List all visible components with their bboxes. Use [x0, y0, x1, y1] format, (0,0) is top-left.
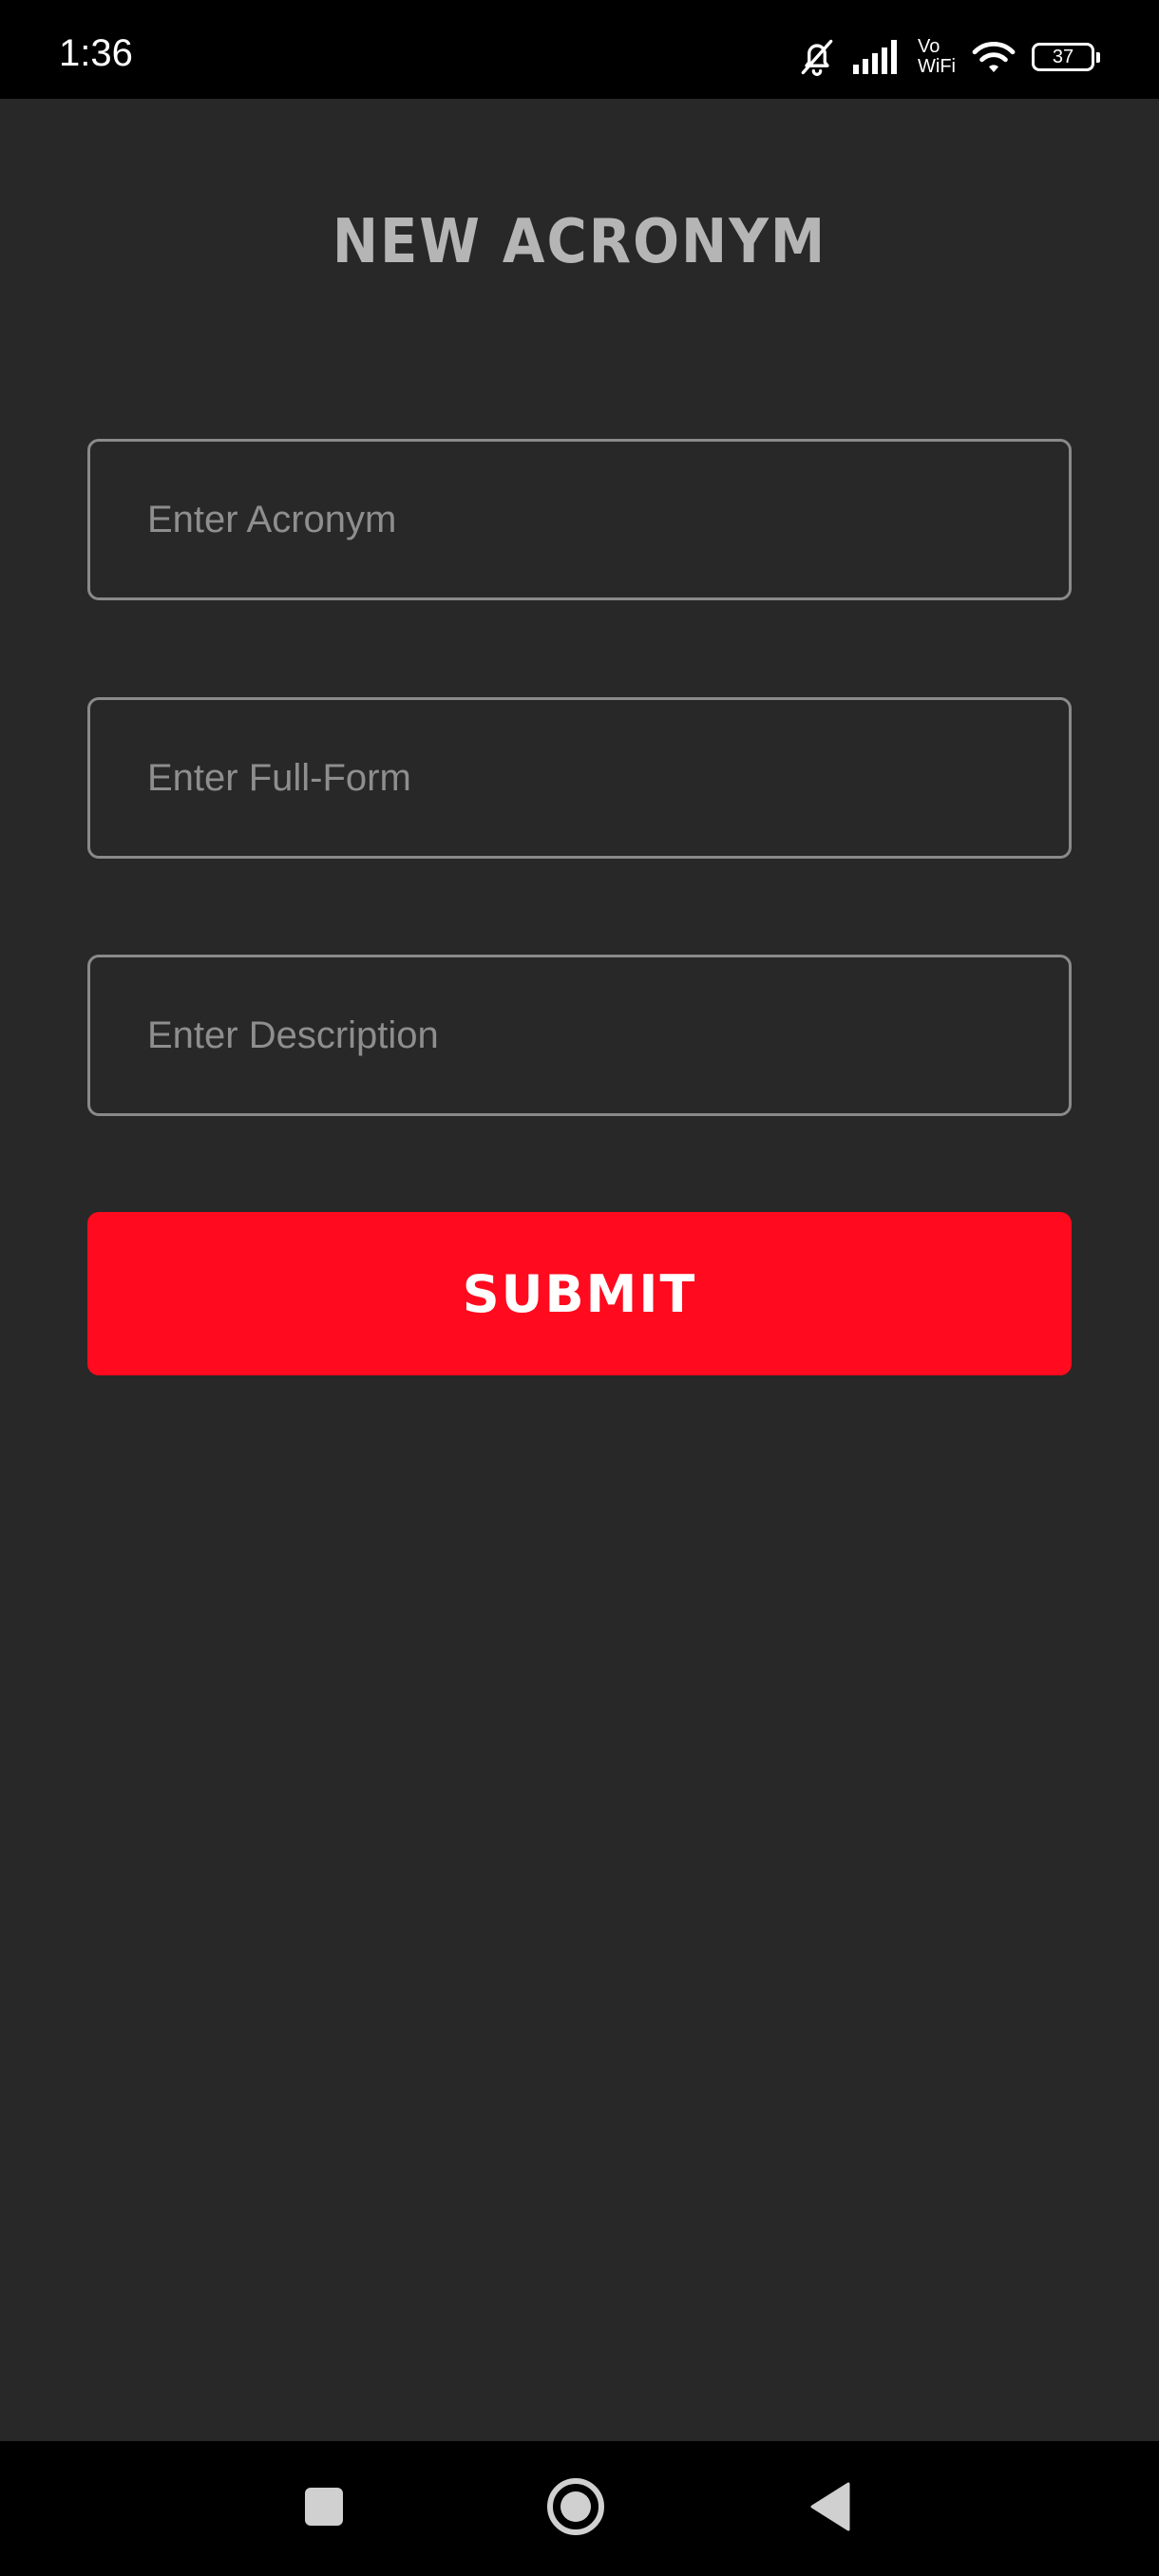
battery-level: 37 — [1052, 46, 1074, 67]
status-time: 1:36 — [59, 32, 133, 74]
vowifi-bottom-label: WiFi — [918, 56, 956, 77]
recents-button[interactable] — [267, 2441, 381, 2576]
page-title: NEW ACRONYM — [332, 207, 827, 277]
status-bar: 1:36 Vo WiFi 37 — [0, 0, 1159, 99]
home-button[interactable] — [519, 2441, 633, 2576]
wifi-icon — [971, 38, 1016, 76]
status-icons: Vo WiFi 37 — [796, 28, 1100, 85]
bell-muted-icon — [796, 36, 838, 78]
acronym-input[interactable] — [90, 442, 1069, 597]
screen: 1:36 Vo WiFi 37 NEW ACRONYM Enter Acrony… — [0, 0, 1159, 2576]
acronym-field[interactable] — [87, 439, 1072, 600]
recents-square-icon — [303, 2486, 345, 2532]
home-circle-icon — [546, 2477, 605, 2541]
back-button[interactable] — [772, 2441, 886, 2576]
description-input[interactable] — [90, 957, 1069, 1113]
description-field[interactable] — [87, 955, 1072, 1116]
battery-icon: 37 — [1032, 43, 1100, 71]
vowifi-top-label: Vo — [918, 36, 940, 57]
back-triangle-icon — [808, 2482, 850, 2536]
submit-button[interactable]: SUBMIT — [87, 1212, 1072, 1375]
vowifi-icon: Vo WiFi — [918, 37, 956, 77]
fullform-input[interactable] — [90, 700, 1069, 856]
fullform-field[interactable] — [87, 697, 1072, 859]
signal-icon — [853, 40, 902, 74]
navigation-bar — [0, 2441, 1159, 2576]
